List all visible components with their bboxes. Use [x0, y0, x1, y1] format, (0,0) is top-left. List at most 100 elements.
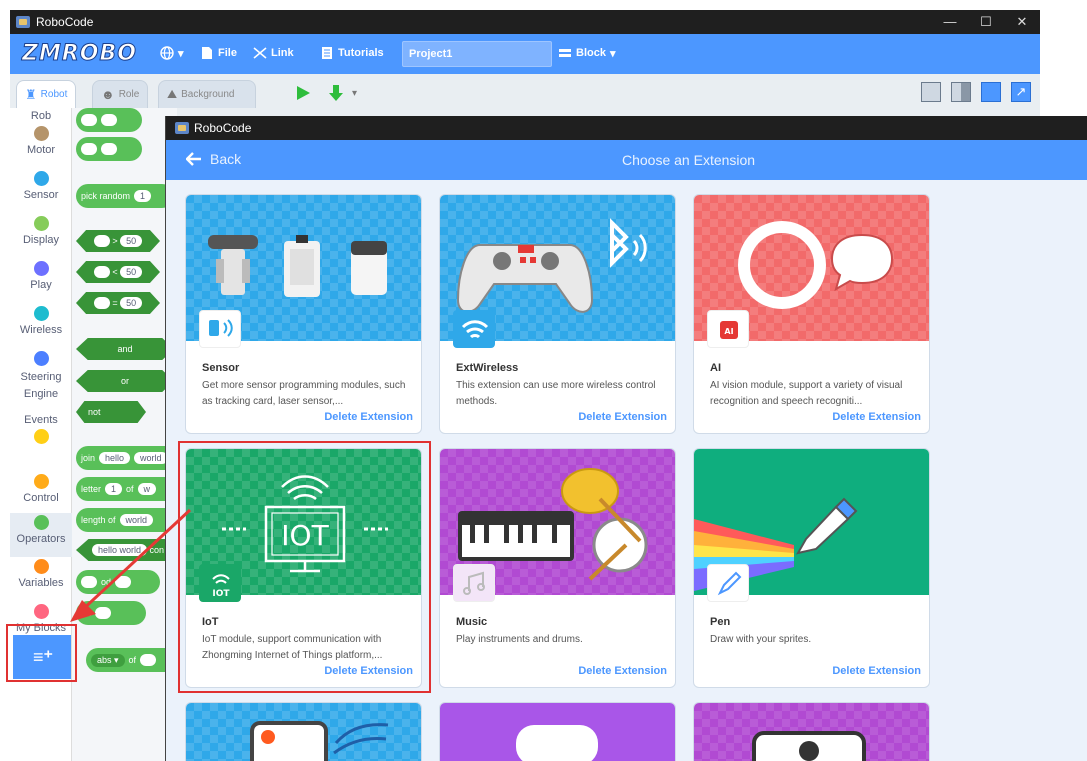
category-rob-label: Rob — [30, 110, 52, 122]
slot[interactable]: hello — [99, 452, 131, 464]
category-rob[interactable]: Rob — [10, 110, 72, 122]
extension-card-partial-2[interactable] — [439, 702, 676, 761]
slot[interactable] — [93, 266, 110, 278]
slot[interactable] — [101, 143, 117, 155]
block-not[interactable]: not — [76, 401, 146, 423]
extension-card-partial-1[interactable] — [185, 702, 422, 761]
book-icon — [322, 47, 332, 59]
slot[interactable] — [81, 114, 97, 126]
slot[interactable] — [140, 654, 157, 666]
app-icon — [175, 122, 189, 134]
delete-extension-music[interactable]: Delete Extension — [578, 665, 667, 677]
category-events[interactable]: Events — [10, 414, 72, 447]
back-arrow-icon — [186, 152, 201, 166]
extension-card-ai[interactable]: AI AI AI vision module, support a variet… — [693, 194, 930, 434]
slot[interactable] — [101, 114, 117, 126]
slot[interactable] — [81, 143, 97, 155]
extension-card-extwireless[interactable]: ExtWireless This extension can use more … — [439, 194, 676, 434]
tutorials-menu[interactable]: Tutorials — [320, 46, 384, 60]
slot[interactable]: 1 — [105, 483, 123, 495]
block-and[interactable]: and — [76, 338, 174, 360]
wireless-dot-icon — [33, 306, 49, 321]
highlight-box-add-extension — [6, 624, 77, 682]
speech-bubble-icon — [516, 725, 598, 761]
project-name-input[interactable]: Project1 — [402, 41, 552, 67]
delete-extension-pen[interactable]: Delete Extension — [832, 665, 921, 677]
back-label: Back — [210, 151, 242, 167]
extwireless-name: ExtWireless — [456, 362, 519, 374]
delete-extension-ai[interactable]: Delete Extension — [832, 411, 921, 423]
close-icon[interactable]: ✕ — [1004, 10, 1040, 34]
slot[interactable] — [93, 297, 110, 309]
music-name: Music — [456, 616, 488, 628]
pick-random-slot[interactable]: 1 — [134, 190, 152, 202]
display-dot-icon — [33, 216, 49, 231]
slot[interactable] — [93, 235, 110, 247]
tab-robot[interactable]: ♜ Robot — [16, 80, 77, 108]
tab-role-label: Role — [118, 89, 140, 100]
language-button[interactable]: ▾ — [160, 46, 184, 60]
abs-dropdown[interactable]: abs ▾ — [91, 653, 125, 667]
block-or[interactable]: or — [76, 370, 174, 392]
category-play[interactable]: Play — [10, 261, 72, 291]
slot[interactable]: 50 — [120, 297, 143, 309]
category-motor[interactable]: Motor — [10, 126, 72, 156]
layout-small-icon[interactable] — [921, 82, 941, 102]
run-icon[interactable] — [294, 84, 312, 107]
delete-extension-extwireless[interactable]: Delete Extension — [578, 411, 667, 423]
gt-label: > — [112, 236, 118, 246]
slot[interactable]: w — [137, 483, 157, 495]
tab-background[interactable]: ⛰ Background — [158, 80, 256, 108]
block-palette: pick random 1 > 50 < 50 = 50 and or not j… — [72, 108, 177, 761]
slot[interactable]: 50 — [120, 235, 143, 247]
minimize-icon[interactable]: — — [932, 10, 968, 34]
ai-name: AI — [710, 362, 721, 374]
slot[interactable]: world — [134, 452, 168, 464]
extwireless-desc: This extension can use more wireless con… — [456, 380, 656, 407]
tab-robot-label: Robot — [40, 89, 68, 100]
sensor-dot-icon — [33, 171, 49, 186]
category-steering-engine[interactable]: Steering Engine — [10, 351, 72, 403]
block-divide[interactable] — [76, 137, 142, 161]
block-letter-of[interactable]: letter 1 of w — [76, 477, 177, 501]
main-title-bar: RoboCode — ☐ ✕ — [10, 10, 1040, 34]
extension-card-sensor[interactable]: Sensor Get more sensor programming modul… — [185, 194, 422, 434]
category-wireless[interactable]: Wireless — [10, 306, 72, 336]
maximize-icon[interactable]: ☐ — [968, 10, 1004, 34]
block-label: Block — [576, 47, 606, 59]
category-display[interactable]: Display — [10, 216, 72, 246]
block-less-than[interactable]: < 50 — [76, 261, 160, 283]
back-button[interactable]: Back — [186, 151, 241, 167]
lt-label: < — [112, 267, 118, 277]
sensor-name: Sensor — [202, 362, 240, 374]
tab-role[interactable]: ☻ Role — [92, 80, 149, 108]
extension-heading: Choose an Extension — [622, 152, 756, 168]
sensor-desc: Get more sensor programming modules, suc… — [202, 380, 406, 407]
download-icon[interactable] — [326, 83, 346, 108]
fullscreen-icon[interactable]: ↗ — [1011, 82, 1031, 102]
pen-desc: Draw with your sprites. — [710, 634, 812, 645]
download-chevron-icon[interactable]: ▾ — [352, 88, 357, 99]
block-equals[interactable]: = 50 — [76, 292, 160, 314]
block-greater-than[interactable]: > 50 — [76, 230, 160, 252]
category-sensor[interactable]: Sensor — [10, 171, 72, 201]
extension-card-partial-3[interactable] — [693, 702, 930, 761]
slot[interactable]: 50 — [120, 266, 143, 278]
block-abs-of[interactable]: abs ▾ of — [86, 648, 177, 672]
category-events-label: Events — [24, 414, 58, 426]
block-add[interactable] — [76, 108, 142, 132]
delete-extension-sensor[interactable]: Delete Extension — [324, 411, 413, 423]
extension-card-pen[interactable]: Pen Draw with your sprites. Delete Exten… — [693, 448, 930, 688]
layout-large-icon[interactable] — [981, 82, 1001, 102]
or-label: or — [120, 376, 129, 386]
extension-card-music[interactable]: Music Play instruments and drums. Delete… — [439, 448, 676, 688]
block-menu[interactable]: Block ▾ — [558, 46, 616, 60]
link-menu[interactable]: Link — [253, 46, 294, 60]
ai-chip-badge-icon: AI — [707, 310, 749, 348]
background-icon: ⛰ — [167, 87, 178, 101]
layout-split-icon[interactable] — [951, 82, 971, 102]
main-window-title: RoboCode — [36, 15, 94, 29]
block-pick-random[interactable]: pick random 1 — [76, 184, 174, 208]
file-menu[interactable]: File — [200, 46, 237, 60]
block-join[interactable]: join hello world — [76, 446, 177, 470]
